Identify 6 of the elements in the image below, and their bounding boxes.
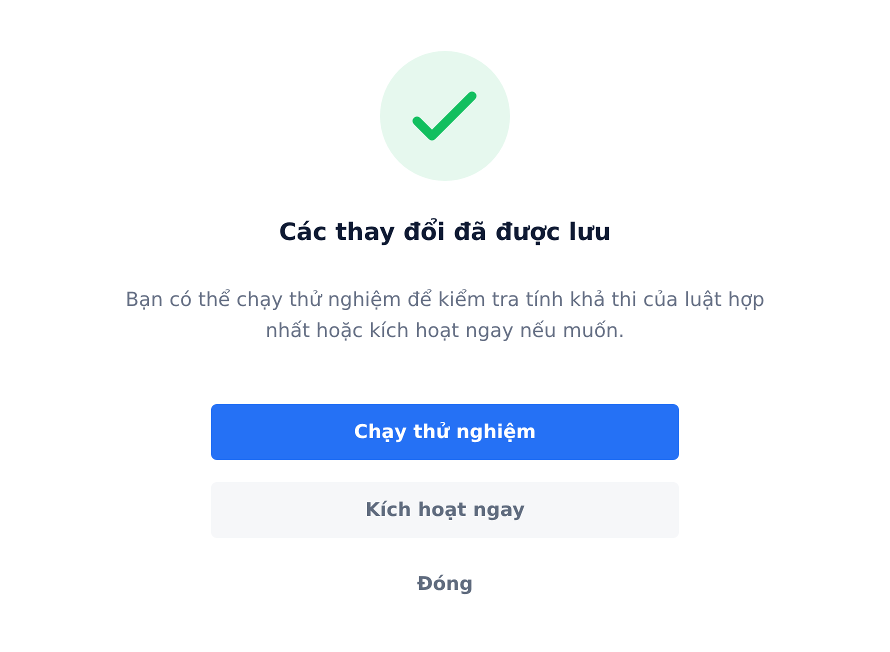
- check-icon: [380, 51, 510, 181]
- text-button[interactable]: Đóng: [211, 560, 679, 608]
- dialog-message: Bạn có thể chạy thử nghiệm để kiểm tra tính khả thi của luật hợp nhất hoặc kích hoạt ngay nếu muốn.: [124, 287, 766, 344]
- primary-button[interactable]: Chạy thử nghiệm: [211, 404, 679, 460]
- secondary-button[interactable]: Kích hoạt ngay: [211, 482, 679, 538]
- dialog-title: Các thay đổi đã được lưu: [278, 217, 612, 248]
